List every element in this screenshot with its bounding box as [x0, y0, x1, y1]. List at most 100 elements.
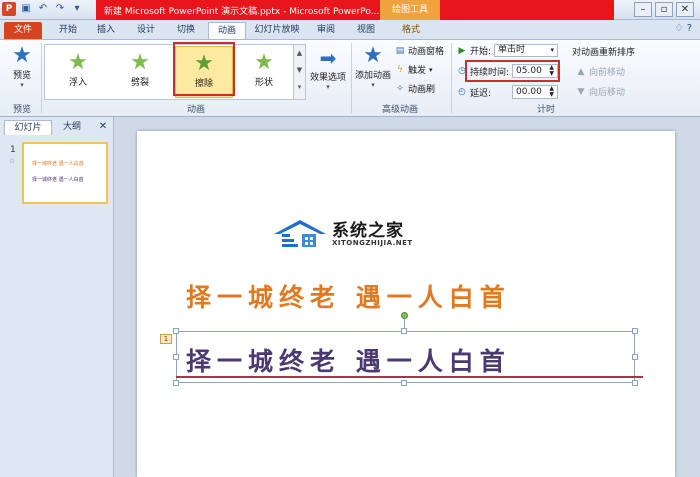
drawing-tools-badge: 绘图工具	[380, 0, 440, 20]
tab-outline[interactable]: 大纲	[54, 120, 90, 135]
delay-input[interactable]: 00.00 ▲ ▼	[512, 85, 559, 99]
resize-handle[interactable]	[173, 354, 179, 360]
animation-item-split[interactable]: ★ 劈裂	[111, 46, 169, 98]
animation-pane-label: 动画窗格	[408, 47, 445, 57]
preview-button[interactable]: ★ 预览 ▾	[6, 43, 38, 90]
wipe-highlight-box	[173, 42, 235, 96]
save-icon[interactable]: ▣	[19, 2, 33, 16]
resize-handle[interactable]	[401, 380, 407, 386]
resize-handle[interactable]	[632, 380, 638, 386]
window-title: 新建 Microsoft PowerPoint 演示文稿.pptx - Micr…	[104, 7, 380, 17]
trigger-button[interactable]: ϟ 触发 ▾	[395, 63, 433, 77]
effect-options-button[interactable]: ➡ 效果选项 ▾	[308, 46, 348, 91]
tab-transitions[interactable]: 切换	[168, 22, 204, 39]
animation-painter-label: 动画刷	[408, 85, 436, 95]
arrow-up-icon: ▲	[577, 66, 585, 77]
painter-icon: ✧	[396, 83, 404, 94]
gallery-scrollbar[interactable]: ▲ ▼ ▾	[293, 45, 305, 99]
animation-item-shape[interactable]: ★ 形状	[235, 46, 293, 98]
group-label-timing: 计时	[536, 105, 555, 115]
tab-slideshow[interactable]: 幻灯片放映	[250, 22, 304, 39]
move-earlier-label: 向前移动	[589, 68, 626, 78]
resize-handle[interactable]	[632, 328, 638, 334]
duration-highlight-box	[465, 60, 560, 82]
tab-design[interactable]: 设计	[128, 22, 164, 39]
pane-tabs: 幻灯片 大纲 ✕	[0, 120, 114, 135]
watermark-title: 系统之家	[332, 221, 404, 241]
animation-order-tag[interactable]: 1	[160, 334, 172, 344]
effect-options-label: 效果选项	[309, 73, 346, 83]
arrow-down-icon: ▼	[577, 86, 585, 97]
poem-line-purple[interactable]: 择一城终老 遇一人白首	[186, 342, 511, 378]
add-animation-button[interactable]: ★ 添加动画 ▾	[354, 43, 392, 90]
start-value: 单击时	[498, 45, 526, 55]
group-label-preview: 预览	[12, 105, 31, 115]
window-controls: – ▫ ✕	[634, 2, 694, 17]
watermark: 系统之家 XITONGZHIJIA.NET	[268, 212, 428, 254]
delay-clock-icon: ◴	[458, 87, 466, 97]
add-animation-star-icon: ★	[363, 43, 383, 68]
animation-pane-button[interactable]: ▤ 动画窗格	[395, 44, 445, 58]
title-bar: P ▣ ↶ ↷ ▾ 新建 Microsoft PowerPoint 演示文稿.p…	[0, 0, 700, 20]
poem-line-orange[interactable]: 择一城终老 遇一人白首	[186, 278, 511, 314]
group-label-animation: 动画	[186, 105, 205, 115]
thumb-line-1: 择一城终老 遇一人白首	[32, 161, 84, 167]
move-earlier-button[interactable]: ▲ 向前移动	[576, 65, 626, 79]
start-label: 开始:	[470, 47, 492, 57]
tab-view[interactable]: 视图	[348, 22, 384, 39]
slides-pane: 幻灯片 大纲 ✕ 1 ☆ 择一城终老 遇一人白首 择一城终老 遇一人白首	[0, 117, 114, 477]
help-icon[interactable]: ♢ ?	[675, 23, 692, 34]
ribbon: ★ 预览 ▾ 预览 ★ 浮入 ★ 劈裂 ★ 擦除 ★ 形状 ▲ ▼ ▾ ➡ 效果选项…	[0, 39, 700, 117]
slide-thumbnail[interactable]: 择一城终老 遇一人白首 择一城终老 遇一人白首	[22, 142, 108, 204]
undo-icon[interactable]: ↶	[36, 2, 50, 16]
animation-item-label: 浮入	[68, 78, 87, 88]
restore-icon[interactable]: ▫	[655, 2, 673, 17]
divider	[351, 43, 352, 113]
group-label-advanced: 高级动画	[381, 105, 418, 115]
preview-star-icon: ★	[12, 43, 32, 68]
animation-marker-icon: ☆	[9, 157, 16, 165]
animation-item-label: 劈裂	[130, 78, 149, 88]
resize-handle[interactable]	[173, 380, 179, 386]
spinner-arrows-icon[interactable]: ▲ ▼	[549, 86, 554, 98]
split-star-icon: ★	[130, 50, 150, 75]
slide-number: 1	[10, 145, 16, 155]
tab-file[interactable]: 文件	[4, 22, 42, 39]
start-dropdown[interactable]: 单击时 ▾	[494, 44, 559, 57]
redo-icon[interactable]: ↷	[53, 2, 67, 16]
add-animation-label: 添加动画	[354, 71, 391, 81]
underline-rule	[176, 376, 643, 378]
minimize-icon[interactable]: –	[634, 2, 652, 17]
close-pane-icon[interactable]: ✕	[96, 120, 110, 135]
ribbon-tabs: 文件 开始 插入 设计 切换 动画 幻灯片放映 审阅 视图 格式 ♢ ?	[0, 20, 700, 39]
tab-home[interactable]: 开始	[50, 22, 86, 39]
delay-value: 00.00	[516, 87, 542, 97]
tab-insert[interactable]: 插入	[88, 22, 124, 39]
tab-format[interactable]: 格式	[390, 22, 432, 39]
move-later-button[interactable]: ▼ 向后移动	[576, 85, 626, 99]
tab-slides[interactable]: 幻灯片	[4, 120, 52, 135]
resize-handle[interactable]	[173, 328, 179, 334]
animation-item-float-in[interactable]: ★ 浮入	[49, 46, 107, 98]
animation-painter-button[interactable]: ✧ 动画刷	[395, 82, 436, 96]
ppt-icon[interactable]: P	[2, 2, 16, 16]
trigger-label: 触发	[408, 66, 427, 76]
start-row: ▶ 开始: 单击时 ▾	[457, 44, 559, 57]
float-in-star-icon: ★	[68, 50, 88, 75]
divider	[41, 43, 42, 113]
chevron-down-icon: ▾	[20, 81, 24, 89]
animation-item-label: 形状	[254, 78, 273, 88]
customize-icon[interactable]: ▾	[70, 2, 84, 16]
tab-review[interactable]: 审阅	[308, 22, 344, 39]
preview-label: 预览	[12, 71, 31, 81]
tab-animations[interactable]: 动画	[208, 22, 246, 39]
animation-pane-icon: ▤	[395, 45, 405, 56]
chevron-down-icon: ▾	[326, 83, 330, 91]
watermark-url: XITONGZHIJIA.NET	[332, 239, 413, 247]
move-later-label: 向后移动	[589, 88, 626, 98]
play-icon: ▶	[458, 45, 466, 56]
close-icon[interactable]: ✕	[676, 2, 694, 17]
rotation-handle[interactable]	[401, 312, 408, 319]
resize-handle[interactable]	[632, 354, 638, 360]
chevron-down-icon: ▾	[550, 46, 555, 54]
